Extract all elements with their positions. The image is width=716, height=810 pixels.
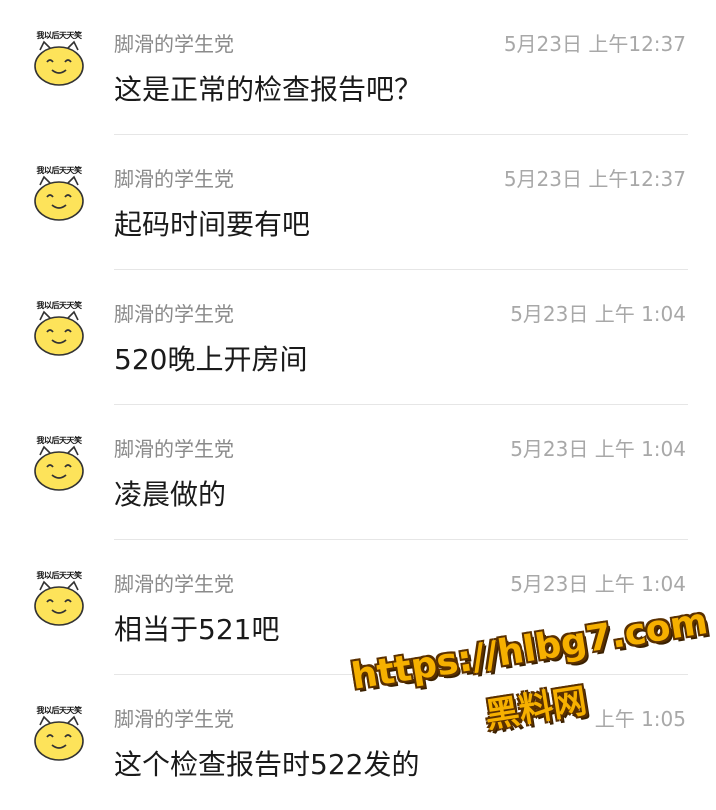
avatar[interactable]: 我以后天天笑 bbox=[30, 705, 88, 763]
avatar[interactable]: 我以后天天笑 bbox=[30, 435, 88, 493]
sender-name: 脚滑的学生党 bbox=[114, 707, 234, 731]
smiley-face-icon bbox=[34, 40, 84, 86]
message-item[interactable]: 我以后天天笑 脚滑的学生党 5月23日 上午 1:04 520晚上开房间 bbox=[0, 270, 716, 405]
smiley-face-icon bbox=[34, 445, 84, 491]
smiley-face-icon bbox=[34, 310, 84, 356]
message-text: 起码时间要有吧 bbox=[114, 208, 311, 241]
avatar[interactable]: 我以后天天笑 bbox=[30, 570, 88, 628]
smiley-face-icon bbox=[34, 715, 84, 761]
timestamp: 5月23日 上午 1:04 bbox=[510, 302, 686, 326]
message-text: 这是正常的检查报告吧？ bbox=[114, 73, 423, 106]
message-item[interactable]: 我以后天天笑 脚滑的学生党 5月23日 上午12:37 这是正常的检查报告吧？ bbox=[0, 0, 716, 135]
smiley-face-icon bbox=[34, 175, 84, 221]
message-text: 520晚上开房间 bbox=[114, 343, 308, 376]
message-text: 凌晨做的 bbox=[114, 478, 227, 511]
sender-name: 脚滑的学生党 bbox=[114, 302, 234, 326]
sender-name: 脚滑的学生党 bbox=[114, 32, 234, 56]
avatar[interactable]: 我以后天天笑 bbox=[30, 165, 88, 223]
watermark-site-name: 黑料网 bbox=[482, 680, 590, 737]
avatar[interactable]: 我以后天天笑 bbox=[30, 300, 88, 358]
sender-name: 脚滑的学生党 bbox=[114, 572, 234, 596]
avatar[interactable]: 我以后天天笑 bbox=[30, 30, 88, 88]
message-text: 相当于521吧 bbox=[114, 613, 280, 646]
smiley-face-icon bbox=[34, 580, 84, 626]
message-item[interactable]: 我以后天天笑 脚滑的学生党 5月23日 上午12:37 起码时间要有吧 bbox=[0, 135, 716, 270]
timestamp: 5月23日 上午12:37 bbox=[503, 32, 686, 56]
timestamp: 5月23日 上午 1:04 bbox=[510, 437, 686, 461]
sender-name: 脚滑的学生党 bbox=[114, 167, 234, 191]
sender-name: 脚滑的学生党 bbox=[114, 437, 234, 461]
timestamp: 5月23日 上午 1:04 bbox=[510, 572, 686, 596]
message-item[interactable]: 我以后天天笑 脚滑的学生党 5月23日 上午 1:04 凌晨做的 bbox=[0, 405, 716, 540]
timestamp: 5月23日 上午12:37 bbox=[503, 167, 686, 191]
